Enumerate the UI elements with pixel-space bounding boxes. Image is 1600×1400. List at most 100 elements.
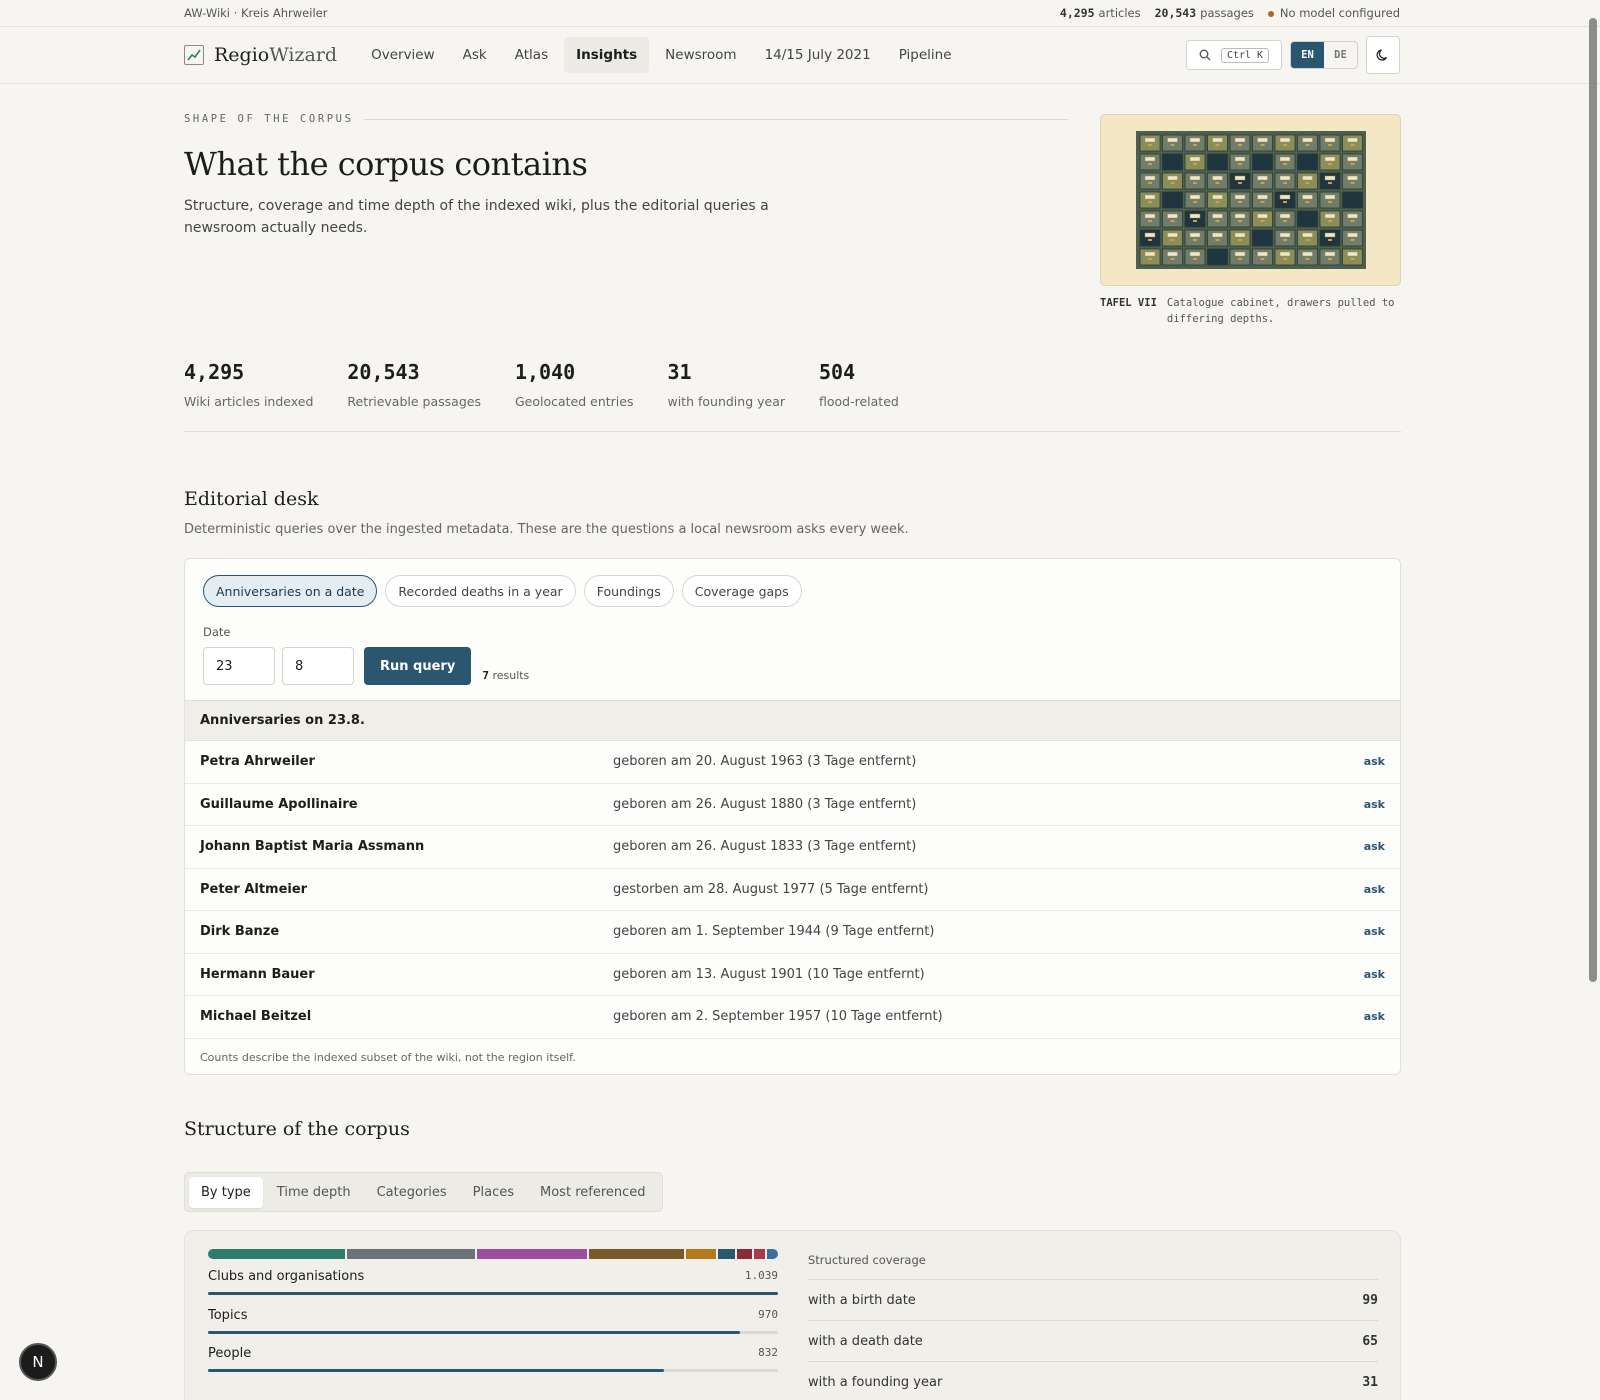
stat-value: 20,543 <box>347 360 420 384</box>
articles-count: 4,295 articles <box>1059 6 1141 20</box>
theme-toggle-button[interactable] <box>1366 36 1400 74</box>
language-switch: EN DE <box>1290 41 1358 69</box>
query-pill-anniversaries-on-a-date[interactable]: Anniversaries on a date <box>203 575 378 607</box>
stat-value: 4,295 <box>184 360 245 384</box>
lang-de-button[interactable]: DE <box>1324 42 1357 68</box>
drawer <box>1251 172 1273 190</box>
drawer <box>1184 210 1205 228</box>
drawer <box>1206 134 1228 152</box>
drawer <box>1296 229 1318 247</box>
tab-categories[interactable]: Categories <box>365 1177 459 1208</box>
type-label: People <box>208 1346 252 1361</box>
day-input[interactable]: 23 <box>203 647 275 685</box>
person-name: Guillaume Apollinaire <box>200 796 358 812</box>
nav-link-newsroom[interactable]: Newsroom <box>653 37 748 73</box>
catalogue-cabinet-illustration <box>1100 114 1401 286</box>
stack-segment <box>767 1249 778 1259</box>
query-pill-coverage-gaps[interactable]: Coverage gaps <box>681 575 802 607</box>
query-pill-foundings[interactable]: Foundings <box>583 575 674 607</box>
ask-link[interactable]: ask <box>1364 925 1385 938</box>
assistant-fab-button[interactable]: N <box>19 1343 57 1381</box>
drawer <box>1229 191 1250 209</box>
drawer <box>1274 172 1295 190</box>
drawer <box>1161 210 1183 228</box>
drawer <box>1341 153 1363 171</box>
anniversary-detail: geboren am 20. August 1963 (3 Tage entfe… <box>613 754 917 770</box>
tab-time-depth[interactable]: Time depth <box>265 1177 363 1208</box>
type-head: People 832 <box>208 1346 778 1361</box>
table-row: Petra Ahrweiler geboren am 20. August 196… <box>185 741 1400 784</box>
stat-geolocated-entries: 1,040 Geolocated entries <box>515 360 634 431</box>
coverage-label: with a death date <box>808 1333 923 1349</box>
ask-link[interactable]: ask <box>1364 798 1385 811</box>
ask-link[interactable]: ask <box>1364 1010 1385 1023</box>
search-button[interactable]: Ctrl K <box>1186 40 1282 70</box>
type-row[interactable]: Topics 970 <box>208 1308 778 1334</box>
drawer <box>1139 210 1160 228</box>
stat-label: Retrievable passages <box>347 394 481 409</box>
main-nav: RegioWizard Overview Ask Atlas Insights News… <box>0 27 1600 84</box>
moon-icon <box>1376 49 1388 61</box>
brand-logo[interactable]: RegioWizard <box>184 44 337 66</box>
drawer <box>1229 172 1250 190</box>
person-name: Dirk Banze <box>200 924 280 940</box>
type-label: Topics <box>208 1307 248 1323</box>
drawer <box>1251 153 1273 171</box>
type-bar-fill <box>208 1369 665 1372</box>
type-bar-track <box>208 1330 778 1334</box>
scrollbar-thumb[interactable] <box>1589 18 1597 982</box>
ask-link[interactable]: ask <box>1364 840 1385 853</box>
drawer <box>1161 191 1183 209</box>
plate-caption: TAFEL VII Catalogue cabinet, drawers pul… <box>1100 295 1401 327</box>
tab-places[interactable]: Places <box>461 1177 526 1208</box>
nav-link-insights[interactable]: Insights <box>564 37 650 73</box>
anniversary-detail: gestorben am 28. August 1977 (5 Tage ent… <box>613 881 929 897</box>
query-pills: Anniversaries on a date Recorded deaths i… <box>185 559 1400 607</box>
type-bar-fill <box>208 1330 741 1334</box>
tab-by-type[interactable]: By type <box>189 1176 263 1208</box>
drawer <box>1229 134 1250 152</box>
section-kicker: SHAPE OF THE CORPUS <box>184 113 1068 125</box>
nav-link-pipeline[interactable]: Pipeline <box>887 37 964 73</box>
results-footnote: Counts describe the indexed subset of th… <box>200 1050 576 1064</box>
ask-link[interactable]: ask <box>1364 968 1385 981</box>
scrollbar[interactable] <box>1588 2 1598 1398</box>
drawer <box>1139 248 1160 266</box>
run-query-button[interactable]: Run query <box>364 647 472 685</box>
type-count: 970 <box>758 1307 778 1321</box>
lang-en-button[interactable]: EN <box>1291 42 1324 68</box>
stat-wiki-articles-indexed: 4,295 Wiki articles indexed <box>184 360 313 431</box>
editorial-subtitle: Deterministic queries over the ingested … <box>184 522 909 537</box>
drawer <box>1139 172 1160 190</box>
nav-link-14-15-july-2021[interactable]: 14/15 July 2021 <box>753 37 883 73</box>
drawer <box>1341 191 1363 209</box>
type-row[interactable]: Clubs and organisations 1.039 <box>208 1269 778 1295</box>
month-input[interactable]: 8 <box>282 647 354 685</box>
stack-segment <box>685 1249 716 1259</box>
coverage-label: with a founding year <box>808 1374 943 1390</box>
nav-link-overview[interactable]: Overview <box>359 37 447 73</box>
tab-most-referenced[interactable]: Most referenced <box>528 1177 658 1208</box>
nav-link-ask[interactable]: Ask <box>451 37 499 73</box>
type-count: 1.039 <box>744 1269 778 1282</box>
type-row[interactable]: People 832 <box>208 1346 778 1372</box>
drawer <box>1319 191 1340 209</box>
drawer <box>1161 248 1183 266</box>
drawer <box>1296 248 1318 266</box>
ask-link[interactable]: ask <box>1364 883 1385 896</box>
drawer <box>1229 248 1250 266</box>
stack-segment <box>476 1249 587 1259</box>
drawer <box>1161 134 1183 152</box>
model-status: No model configured <box>1267 6 1400 20</box>
structure-panel: Clubs and organisations 1.039 Topics 970 Peo… <box>184 1230 1401 1400</box>
drawer <box>1319 134 1340 152</box>
query-pill-recorded-deaths-in-a-year[interactable]: Recorded deaths in a year <box>385 575 576 607</box>
plate-caption-text: Catalogue cabinet, drawers pulled to dif… <box>1166 297 1395 325</box>
nav-link-atlas[interactable]: Atlas <box>503 37 560 73</box>
drawer <box>1206 153 1228 171</box>
ask-link[interactable]: ask <box>1364 755 1385 768</box>
drawer <box>1161 229 1183 247</box>
structure-tabs: By type Time depth Categories Places Most re… <box>184 1172 663 1212</box>
person-name: Johann Baptist Maria Assmann <box>200 839 425 855</box>
coverage-list: with a birth date 99 with a death date 65 wi… <box>808 1280 1378 1400</box>
